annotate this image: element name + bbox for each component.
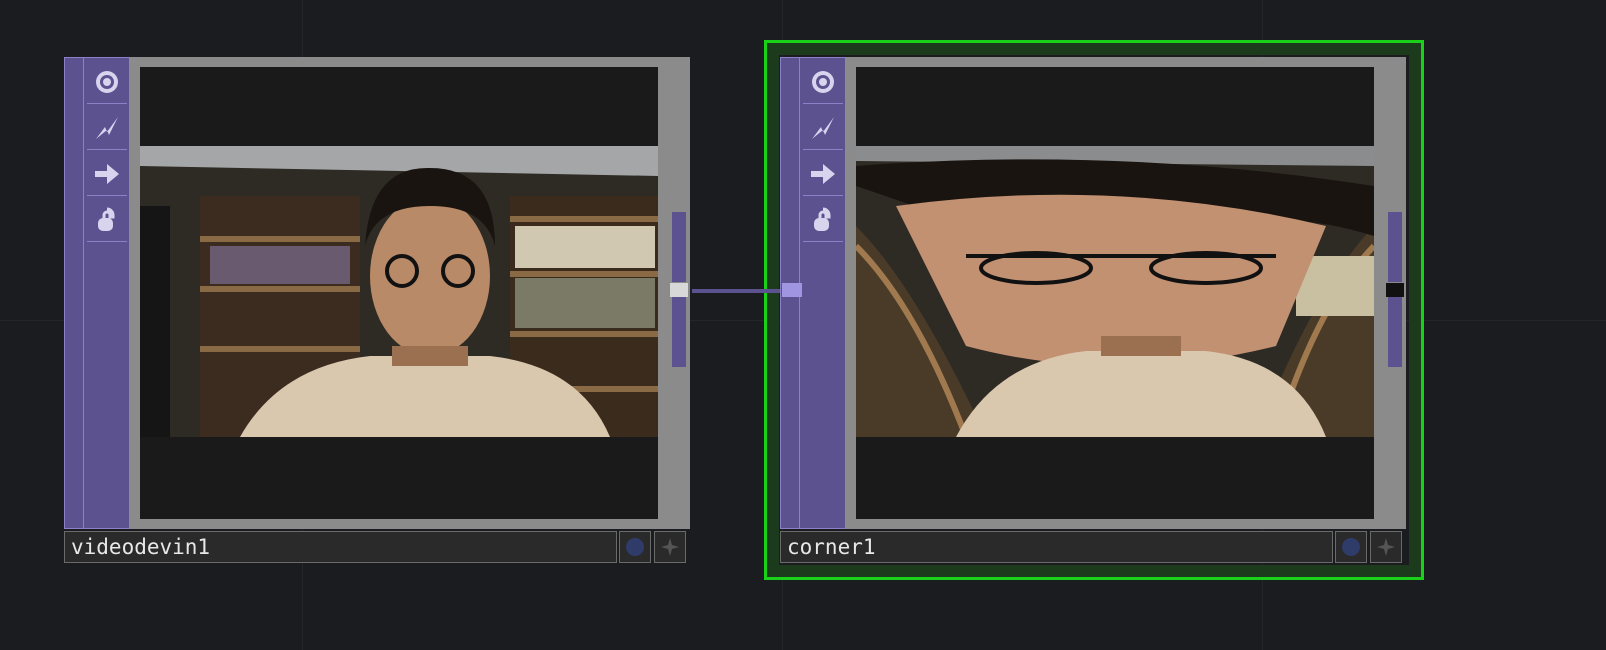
viewer-icon[interactable]	[87, 60, 127, 104]
node-videodevin1[interactable]: videodevin1	[64, 57, 690, 567]
plus-icon	[1377, 538, 1395, 556]
node-icon-column	[84, 57, 130, 529]
node-name[interactable]: videodevin1	[64, 531, 617, 563]
video-frame	[140, 146, 658, 437]
display-flag-button[interactable]	[619, 531, 651, 563]
cook-icon[interactable]	[803, 152, 843, 196]
node-viewer[interactable]	[846, 57, 1384, 529]
plus-icon	[661, 538, 679, 556]
node-viewer[interactable]	[130, 57, 668, 529]
lock-icon[interactable]	[803, 198, 843, 242]
output-slot[interactable]	[1388, 212, 1402, 282]
dot-icon	[1342, 538, 1360, 556]
output-slot[interactable]	[1388, 297, 1402, 367]
dot-icon	[626, 538, 644, 556]
cook-icon[interactable]	[87, 152, 127, 196]
add-button[interactable]	[1370, 531, 1402, 563]
video-frame	[856, 146, 1374, 437]
node-icon-column	[800, 57, 846, 529]
viewer-icon[interactable]	[803, 60, 843, 104]
connection-wire[interactable]	[692, 289, 782, 293]
node-corner1[interactable]: corner1	[780, 57, 1406, 567]
bypass-icon[interactable]	[803, 106, 843, 150]
bypass-icon[interactable]	[87, 106, 127, 150]
node-name[interactable]: corner1	[780, 531, 1333, 563]
add-button[interactable]	[654, 531, 686, 563]
display-flag-button[interactable]	[1335, 531, 1367, 563]
output-connector[interactable]	[670, 283, 688, 297]
input-connector[interactable]	[782, 283, 802, 297]
lock-icon[interactable]	[87, 198, 127, 242]
input-bar[interactable]	[64, 57, 84, 529]
output-connector[interactable]	[1386, 283, 1404, 297]
output-slot[interactable]	[672, 297, 686, 367]
output-slot[interactable]	[672, 212, 686, 282]
